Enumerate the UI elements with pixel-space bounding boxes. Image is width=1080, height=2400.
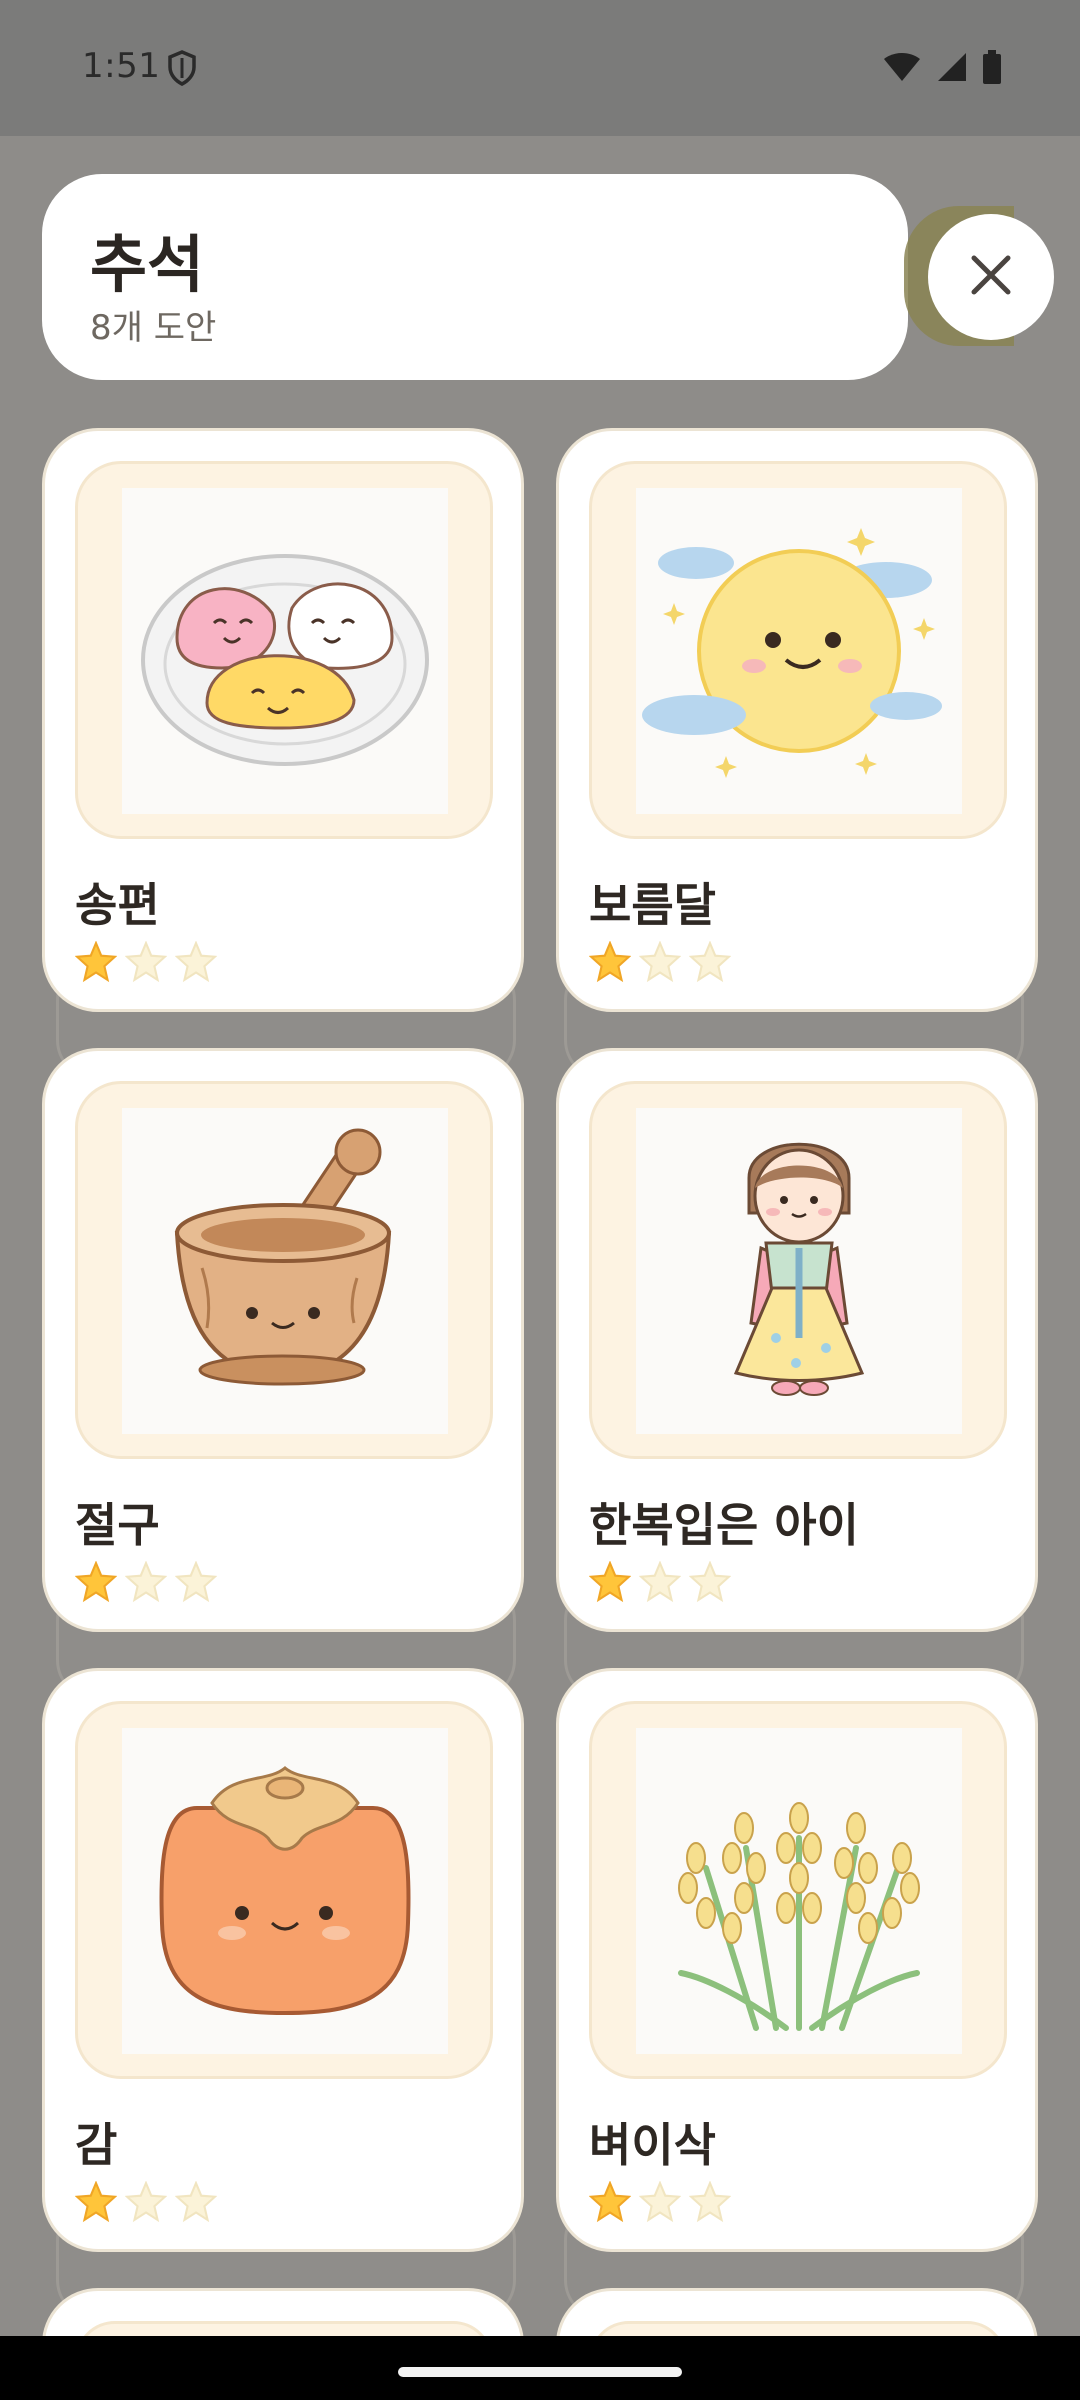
status-bar: 1:51: [0, 0, 1080, 136]
star-filled-icon: [75, 941, 117, 983]
songpyeon-illustration: [122, 488, 448, 814]
card-title: 송편: [75, 878, 160, 932]
star-filled-icon: [589, 2181, 631, 2223]
star-filled-icon: [75, 1561, 117, 1603]
star-rating: [589, 1561, 731, 1603]
star-empty-icon: [689, 1561, 731, 1603]
full-moon-illustration: [636, 488, 962, 814]
drawing-card-songpyeon[interactable]: 송편: [42, 428, 524, 1012]
star-empty-icon: [175, 1561, 217, 1603]
star-empty-icon: [175, 941, 217, 983]
home-gesture-handle[interactable]: [398, 2367, 682, 2377]
card-title: 감: [75, 2118, 118, 2172]
star-rating: [75, 2181, 217, 2223]
status-icons: [882, 50, 1002, 88]
card-image-frame: [75, 1081, 493, 1459]
persimmon-illustration: [122, 1728, 448, 2054]
card-image-frame: [75, 1701, 493, 2079]
card-title: 벼이삭: [589, 2118, 716, 2172]
star-empty-icon: [639, 941, 681, 983]
signal-icon: [936, 51, 968, 87]
star-filled-icon: [589, 1561, 631, 1603]
wifi-icon: [882, 51, 922, 87]
drawing-card-hanbok-child[interactable]: 한복입은 아이: [556, 1048, 1038, 1632]
drawing-card-persimmon[interactable]: 감: [42, 1668, 524, 2252]
card-title: 보름달: [589, 878, 716, 932]
star-empty-icon: [175, 2181, 217, 2223]
status-time: 1:51: [82, 46, 161, 86]
shield-icon: [167, 50, 197, 90]
star-rating: [75, 941, 217, 983]
star-empty-icon: [125, 941, 167, 983]
star-empty-icon: [639, 1561, 681, 1603]
star-rating: [589, 2181, 731, 2223]
drawing-card-full-moon[interactable]: 보름달: [556, 428, 1038, 1012]
drawing-card-rice-stalk[interactable]: 벼이삭: [556, 1668, 1038, 2252]
star-empty-icon: [125, 2181, 167, 2223]
collection-header: 추석 8개 도안: [42, 174, 908, 380]
star-empty-icon: [639, 2181, 681, 2223]
collection-title: 추석: [90, 228, 205, 301]
star-rating: [75, 1561, 217, 1603]
hanbok-child-illustration: [636, 1108, 962, 1434]
card-image-frame: [589, 461, 1007, 839]
close-icon: [968, 252, 1014, 302]
star-empty-icon: [125, 1561, 167, 1603]
star-rating: [589, 941, 731, 983]
card-image-frame: [589, 1081, 1007, 1459]
card-image-frame: [589, 1701, 1007, 2079]
star-filled-icon: [589, 941, 631, 983]
star-empty-icon: [689, 2181, 731, 2223]
card-title: 한복입은 아이: [589, 1498, 859, 1552]
rice-stalk-illustration: [636, 1728, 962, 2054]
drawing-card-mortar[interactable]: 절구: [42, 1048, 524, 1632]
mortar-illustration: [122, 1108, 448, 1434]
close-button[interactable]: [928, 214, 1054, 340]
star-filled-icon: [75, 2181, 117, 2223]
card-image-frame: [75, 461, 493, 839]
card-title: 절구: [75, 1498, 160, 1552]
battery-icon: [982, 50, 1002, 88]
collection-count: 8개 도안: [90, 308, 217, 348]
star-empty-icon: [689, 941, 731, 983]
